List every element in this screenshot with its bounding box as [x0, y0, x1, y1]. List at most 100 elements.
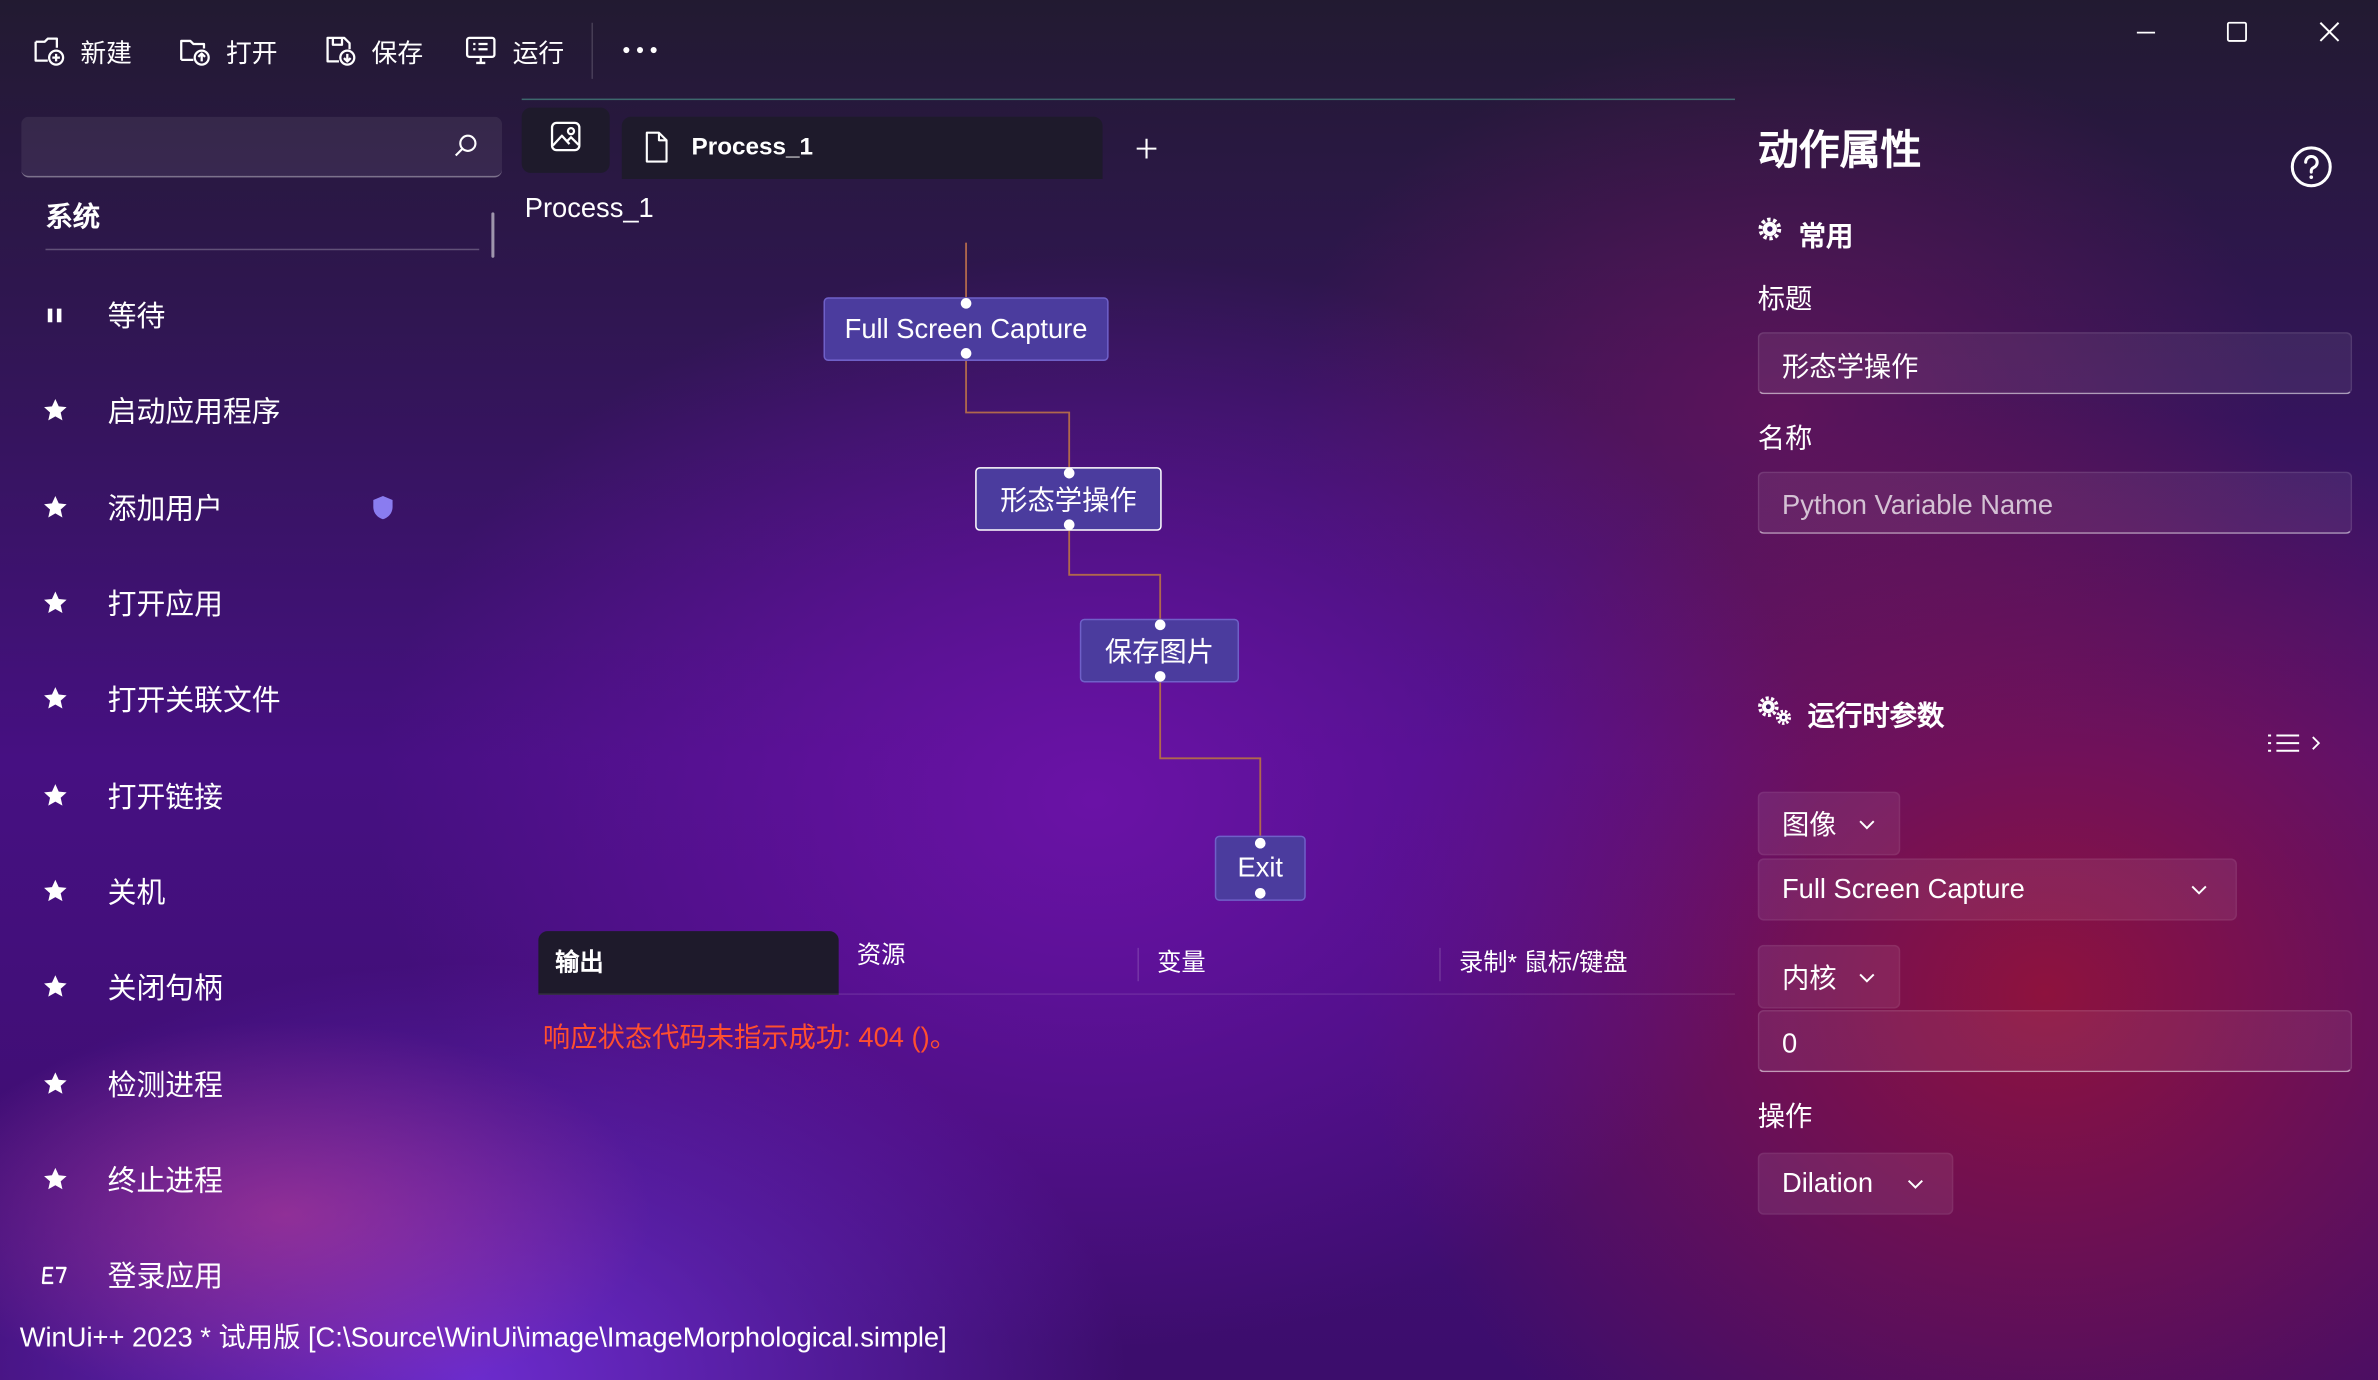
kernel-param-dropdown[interactable]: 内核 — [1757, 944, 1901, 1009]
output-error-message: 响应状态代码未指示成功: 404 ()。 — [542, 1022, 958, 1053]
tab-recording[interactable]: 录制* 鼠标/键盘 — [1459, 946, 1628, 982]
open-button-label: 打开 — [225, 38, 278, 68]
star-icon — [41, 973, 68, 1000]
sidebar-item-label: 打开链接 — [107, 781, 223, 814]
star-icon — [41, 1069, 68, 1096]
status-bar-text: WinUi++ 2023 * 试用版 [C:\Source\WinUi\imag… — [19, 1322, 947, 1353]
image-source-combobox[interactable]: Full Screen Capture — [1757, 858, 2237, 921]
sidebar-item-label: 关闭句柄 — [107, 973, 223, 1006]
search-icon[interactable] — [452, 132, 479, 167]
name-field-label: 名称 — [1757, 423, 1813, 454]
minimize-icon[interactable] — [2123, 9, 2168, 54]
section-divider — [45, 248, 480, 251]
sidebar-item-label: 检测进程 — [107, 1069, 223, 1102]
image-tab-button[interactable] — [521, 107, 610, 173]
flow-node-save-image[interactable]: 保存图片 — [1079, 618, 1240, 683]
save-icon — [323, 33, 356, 66]
sidebar-section-title: 系统 — [45, 201, 101, 233]
tab-resources[interactable]: 资源 — [857, 939, 906, 975]
save-button[interactable]: 保存 — [323, 21, 423, 79]
file-icon — [643, 130, 670, 171]
more-icon[interactable] — [616, 27, 665, 72]
title-field — [1757, 332, 2353, 395]
sidebar-item-terminate-process[interactable]: 终止进程 — [0, 1131, 500, 1227]
flow-connector — [1068, 530, 1162, 619]
close-icon[interactable] — [2307, 9, 2352, 54]
kernel-field — [1757, 1010, 2353, 1073]
chevron-right-icon — [2312, 736, 2321, 750]
operation-field-label: 操作 — [1757, 1101, 1813, 1132]
sidebar-item-login-app[interactable]: 登录应用 — [0, 1227, 500, 1323]
flow-node-morphology[interactable]: 形态学操作 — [975, 467, 1162, 531]
sidebar-item-label: 等待 — [107, 302, 166, 334]
pause-icon — [41, 301, 68, 328]
combobox-value: Full Screen Capture — [1781, 873, 2025, 904]
sidebar-item-label: 终止进程 — [107, 1165, 223, 1198]
output-divider — [538, 993, 1735, 995]
tab-process-1[interactable]: Process_1 — [621, 116, 1103, 179]
login-icon — [41, 1261, 68, 1288]
sidebar-item-add-user[interactable]: 添加用户 — [0, 459, 500, 555]
properties-title: 动作属性 — [1757, 127, 1922, 173]
flow-connector — [1159, 682, 1262, 836]
dropdown-label: 图像 — [1781, 809, 1837, 841]
title-field-label: 标题 — [1757, 283, 1813, 314]
star-icon — [41, 589, 68, 616]
sidebar-item-open-associated-file[interactable]: 打开关联文件 — [0, 651, 500, 747]
maximize-icon[interactable] — [2214, 9, 2259, 54]
star-icon — [41, 1165, 68, 1192]
sidebar-item-wait[interactable]: 等待 — [0, 267, 500, 363]
open-folder-icon — [177, 33, 210, 66]
tab-divider — [1137, 947, 1139, 982]
kernel-input[interactable] — [1778, 1022, 2331, 1065]
sidebar-item-open-link[interactable]: 打开链接 — [0, 747, 500, 843]
sidebar-item-label: 打开应用 — [107, 589, 223, 622]
dropdown-label: 内核 — [1781, 963, 1837, 994]
plus-icon[interactable] — [1128, 130, 1164, 166]
image-param-dropdown[interactable]: 图像 — [1757, 791, 1901, 856]
tab-label: 输出 — [555, 950, 604, 977]
tab-output[interactable]: 输出 — [538, 931, 839, 995]
new-button[interactable]: 新建 — [32, 21, 132, 79]
name-field — [1757, 471, 2353, 534]
sidebar-scrollbar[interactable] — [491, 212, 495, 258]
sidebar-list: 等待 启动应用程序 添加用户 打开应用 打开关联文件 打开链接 关机 关闭句柄 … — [0, 267, 500, 1323]
chevron-down-icon — [2191, 885, 2207, 895]
title-input[interactable] — [1778, 344, 2331, 387]
chevron-down-icon — [1907, 1179, 1923, 1189]
tab-label: Process_1 — [691, 134, 813, 161]
toolbar-separator — [591, 22, 593, 79]
run-monitor-icon — [464, 33, 497, 66]
sidebar-item-launch-app[interactable]: 启动应用程序 — [0, 363, 500, 459]
sidebar-item-label: 添加用户 — [107, 494, 223, 526]
open-button[interactable]: 打开 — [177, 21, 278, 79]
star-icon — [41, 877, 68, 904]
gears-icon — [1758, 696, 1794, 734]
run-button-label: 运行 — [512, 38, 565, 68]
dropdown-value: Dilation — [1781, 1167, 1874, 1199]
sidebar-item-label: 登录应用 — [107, 1261, 223, 1294]
flow-node-full-screen-capture[interactable]: Full Screen Capture — [823, 297, 1109, 361]
new-file-icon — [32, 33, 65, 66]
sidebar-item-shutdown[interactable]: 关机 — [0, 843, 500, 939]
help-icon[interactable] — [2289, 144, 2334, 189]
sidebar-item-label: 关机 — [107, 877, 166, 910]
search-input[interactable] — [36, 125, 452, 169]
sidebar-item-close-handle[interactable]: 关闭句柄 — [0, 939, 500, 1035]
run-button[interactable]: 运行 — [464, 21, 564, 79]
operation-dropdown[interactable]: Dilation — [1757, 1152, 1954, 1215]
new-button-label: 新建 — [80, 38, 132, 68]
tabbar-top-line — [521, 98, 1735, 101]
search-box — [21, 116, 502, 178]
sidebar-item-open-app[interactable]: 打开应用 — [0, 555, 500, 651]
list-icon[interactable] — [2266, 728, 2330, 758]
sidebar-item-label: 打开关联文件 — [107, 685, 281, 718]
name-input[interactable] — [1778, 483, 2331, 527]
canvas-title: Process_1 — [524, 192, 654, 223]
shield-icon — [370, 494, 396, 529]
flow-node-exit[interactable]: Exit — [1214, 835, 1306, 901]
tab-variables[interactable]: 变量 — [1157, 946, 1206, 982]
flow-connector — [965, 360, 1071, 468]
save-button-label: 保存 — [371, 38, 424, 68]
sidebar-item-detect-process[interactable]: 检测进程 — [0, 1035, 500, 1131]
